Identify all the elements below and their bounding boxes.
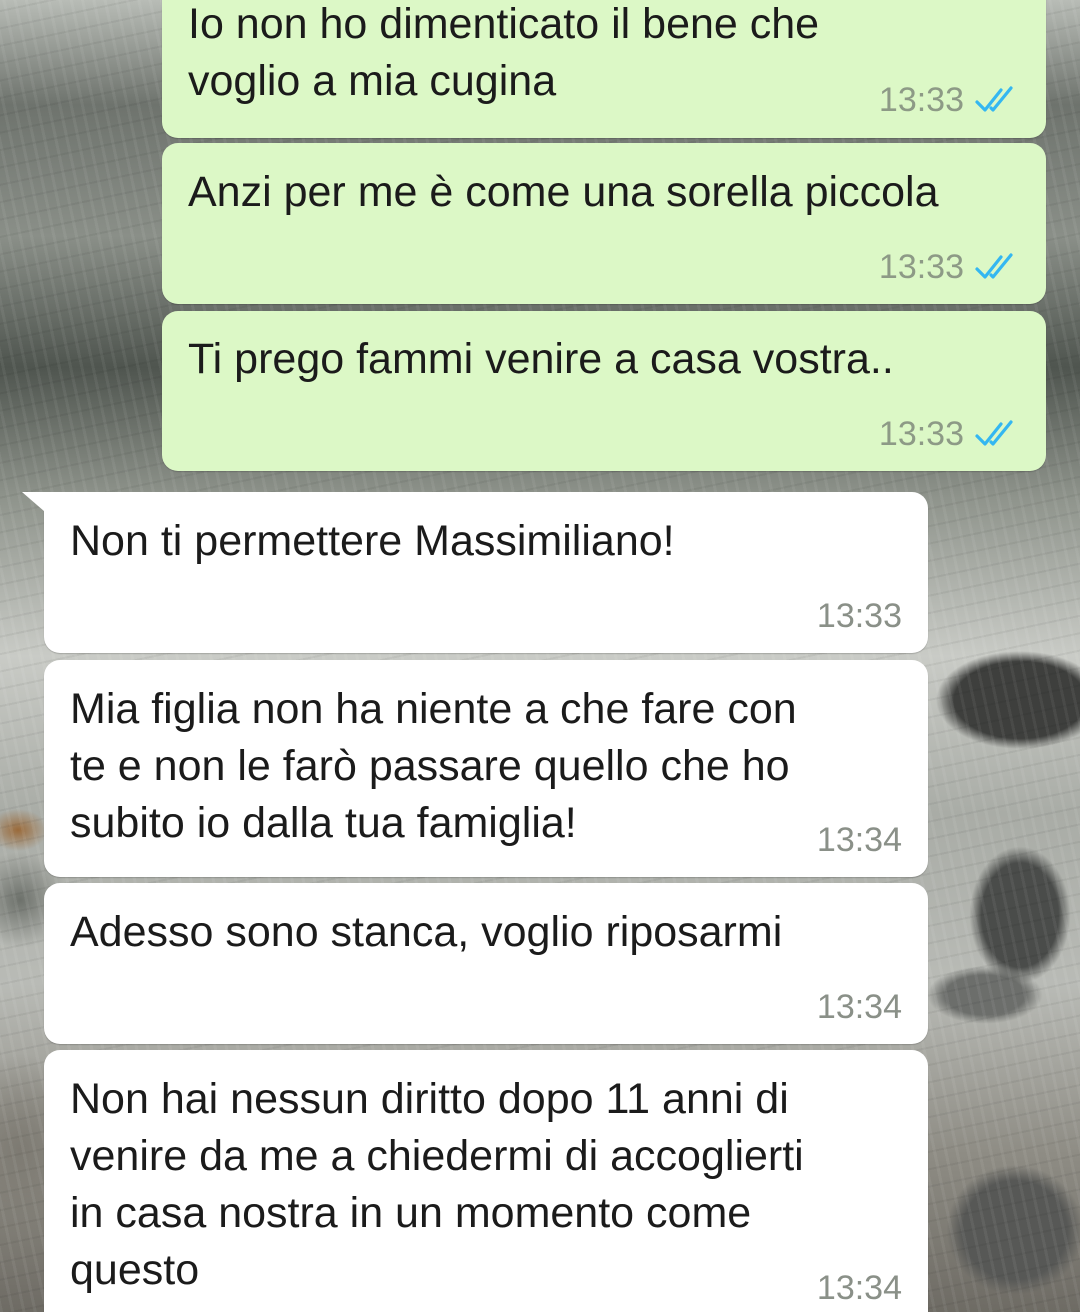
message-meta: 13:33 xyxy=(879,247,1020,287)
message-text: Adesso sono stanca, voglio riposarmi xyxy=(70,908,783,956)
message-bubble-incoming[interactable]: Non ti permettere Massimiliano! 13:33 xyxy=(22,492,928,653)
double-check-read-icon xyxy=(975,420,1013,446)
message-time: 13:33 xyxy=(878,414,964,453)
message-text: Non ti permettere Massimiliano! xyxy=(70,517,675,565)
message-time: 13:33 xyxy=(816,596,902,635)
message-bubble-incoming[interactable]: Non hai nessun diritto dopo 11 anni di v… xyxy=(44,1050,928,1312)
message-meta: 13:34 xyxy=(817,987,902,1027)
message-bubble-incoming[interactable]: Mia figlia non ha niente a che fare con … xyxy=(44,660,928,877)
message-meta: 13:33 xyxy=(879,80,1020,120)
message-time: 13:34 xyxy=(816,987,902,1026)
message-text: Anzi per me è come una sorella piccola xyxy=(188,168,939,216)
message-text: Mia figlia non ha niente a che fare con … xyxy=(70,685,797,847)
double-check-read-icon xyxy=(975,86,1013,112)
message-bubble-outgoing[interactable]: Io non ho dimenticato il bene che voglio… xyxy=(162,0,1046,138)
message-time: 13:34 xyxy=(816,1268,902,1307)
message-time: 13:33 xyxy=(878,80,964,119)
message-text: Ti prego fammi venire a casa vostra.. xyxy=(188,335,894,383)
message-bubble-outgoing[interactable]: Anzi per me è come una sorella piccola 1… xyxy=(162,143,1046,304)
message-bubble-outgoing[interactable]: Ti prego fammi venire a casa vostra.. 13… xyxy=(162,311,1046,471)
message-meta: 13:33 xyxy=(817,596,902,636)
message-meta: 13:34 xyxy=(817,1268,902,1308)
double-check-read-icon xyxy=(975,253,1013,279)
bubble-tail xyxy=(22,492,52,518)
message-meta: 13:33 xyxy=(879,414,1020,454)
message-time: 13:33 xyxy=(878,247,964,286)
message-text: Non hai nessun diritto dopo 11 anni di v… xyxy=(70,1075,804,1294)
message-meta: 13:34 xyxy=(817,820,902,860)
message-time: 13:34 xyxy=(816,820,902,859)
message-bubble-incoming[interactable]: Adesso sono stanca, voglio riposarmi 13:… xyxy=(44,883,928,1044)
